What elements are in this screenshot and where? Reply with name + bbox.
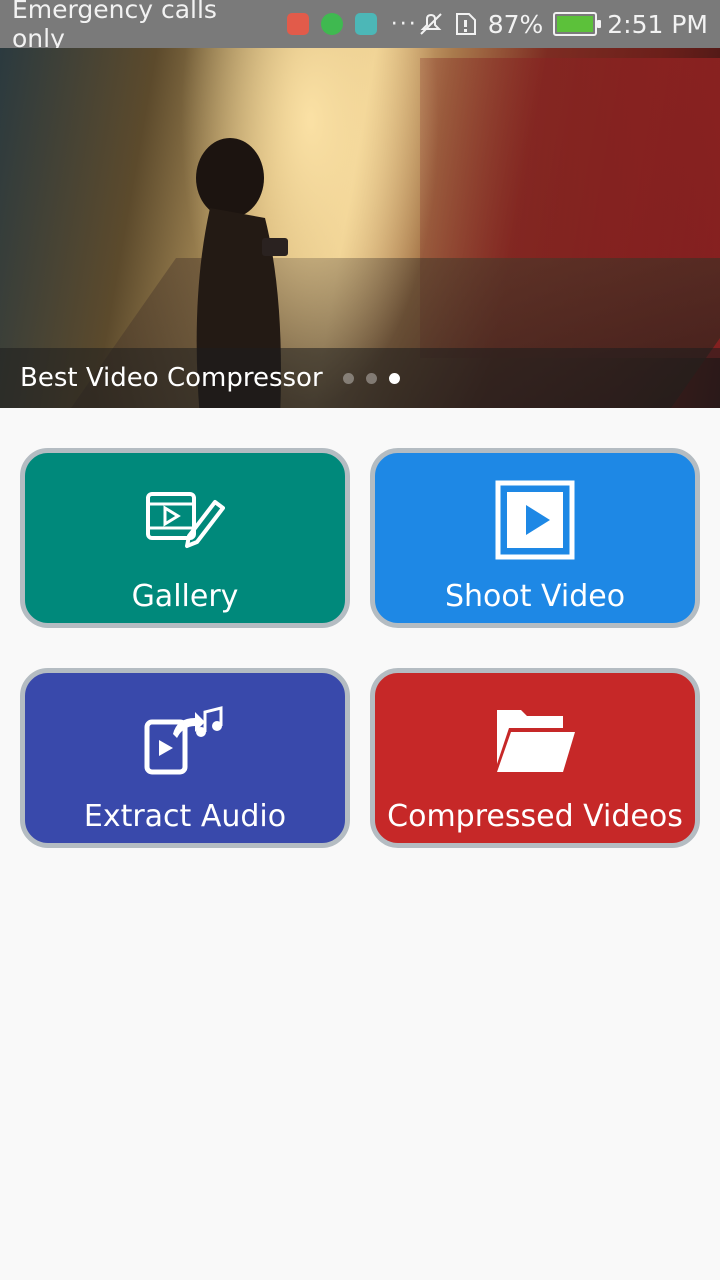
video-to-audio-icon [144, 706, 223, 775]
shoot-video-label: Shoot Video [444, 579, 626, 614]
pager-dot[interactable] [365, 372, 377, 384]
play-square-icon [495, 480, 575, 560]
clock: 2:51 PM [607, 9, 708, 39]
mail-icon [287, 13, 310, 35]
android-icon [354, 13, 377, 35]
pager-dot[interactable] [342, 372, 354, 384]
pager-dot-active[interactable] [388, 372, 400, 384]
shoot-video-button[interactable]: Shoot Video [370, 448, 700, 628]
sim-card-icon [455, 13, 476, 35]
gallery-label: Gallery [131, 579, 239, 614]
globe-icon [321, 13, 343, 35]
banner-caption-bar: Best Video Compressor [0, 348, 720, 408]
compressed-videos-label: Compressed Videos [387, 799, 683, 834]
extract-audio-label: Extract Audio [83, 799, 287, 834]
more-notifications-icon: ··· [390, 11, 418, 37]
battery-icon [553, 12, 602, 36]
gallery-button[interactable]: Gallery [20, 448, 350, 628]
silent-icon [419, 13, 442, 35]
compressed-videos-button[interactable]: Compressed Videos [370, 668, 700, 848]
status-bar: Emergency calls only ··· 87% 2:51 PM [0, 0, 720, 53]
banner-caption: Best Video Compressor [20, 363, 323, 393]
extract-audio-button[interactable]: Extract Audio [20, 668, 350, 848]
folder-icon [497, 710, 575, 772]
carrier-text: Emergency calls only [12, 0, 217, 53]
banner-slider[interactable]: Best Video Compressor [0, 48, 720, 408]
video-edit-icon [146, 492, 225, 548]
banner-pager[interactable] [342, 372, 400, 384]
battery-percent: 87% [487, 9, 544, 39]
